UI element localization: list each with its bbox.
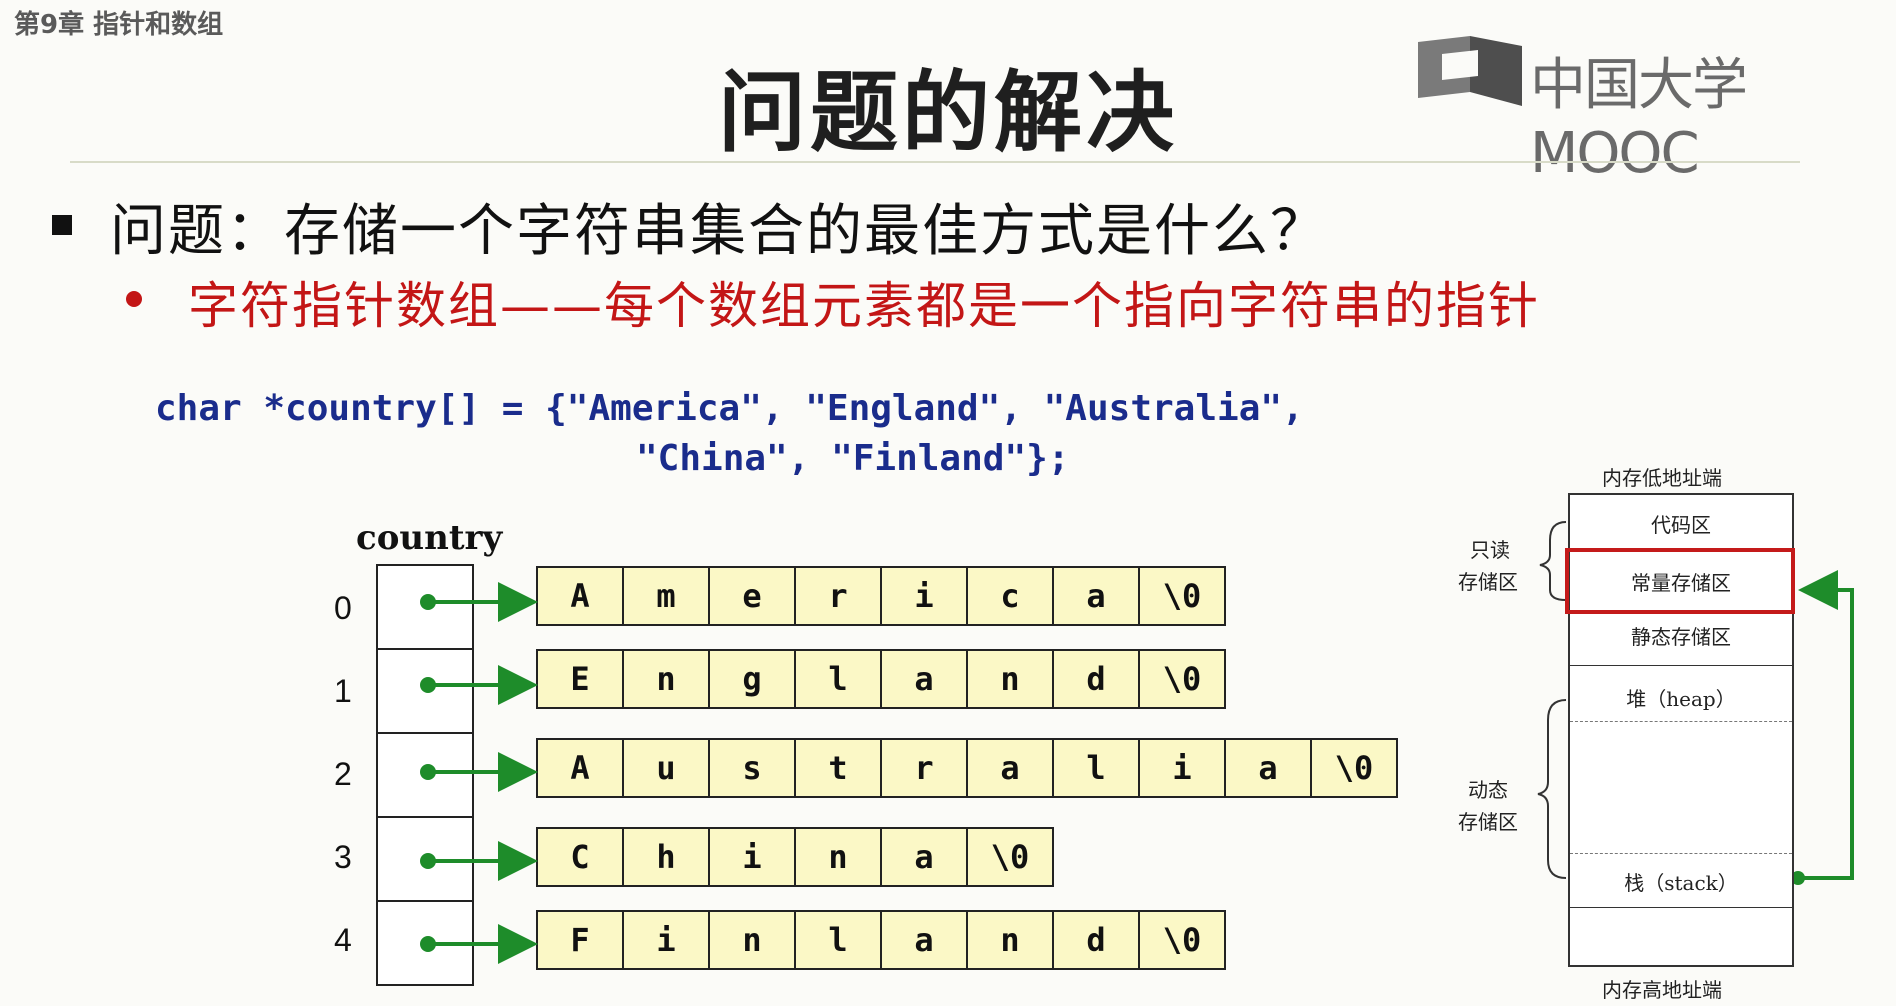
dynamic-label-1: 动态	[1468, 778, 1508, 802]
readonly-label-2: 存储区	[1458, 570, 1518, 594]
memory-bottom-label: 内存高地址端	[1602, 978, 1722, 1002]
const-section-highlight	[1565, 548, 1795, 614]
heap-dashed-line	[1570, 721, 1792, 722]
stack-section-label: 栈（stack）	[1624, 871, 1738, 895]
memory-top-label: 内存低地址端	[1602, 466, 1722, 490]
static-section-label: 静态存储区	[1631, 625, 1731, 649]
stack-dashed-line	[1570, 853, 1792, 854]
section-divider	[1570, 907, 1792, 908]
section-divider	[1570, 665, 1792, 666]
arrow-1	[420, 665, 538, 705]
code-section-label: 代码区	[1651, 513, 1711, 537]
arrow-0	[420, 582, 538, 622]
readonly-label-1: 只读	[1470, 538, 1510, 562]
dynamic-label-2: 存储区	[1458, 810, 1518, 834]
heap-section-label: 堆（heap）	[1626, 687, 1736, 711]
arrow-4	[420, 924, 538, 964]
arrow-2	[420, 752, 538, 792]
arrow-3	[420, 841, 538, 881]
